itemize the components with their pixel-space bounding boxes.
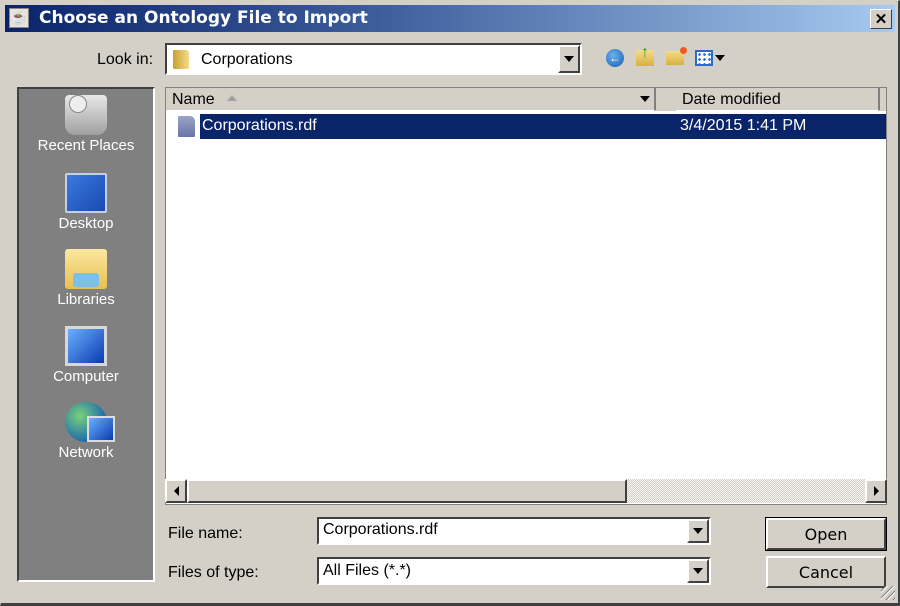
scrollbar-thumb[interactable] xyxy=(187,479,627,503)
title-bar[interactable]: ☕ Choose an Ontology File to Import ✕ xyxy=(5,5,895,32)
place-label: Computer xyxy=(53,368,119,385)
view-menu-button[interactable] xyxy=(695,50,725,66)
file-row[interactable]: Corporations.rdf 3/4/2015 1:41 PM xyxy=(200,114,886,139)
file-list[interactable]: Name Date modified Corporations.rdf 3/4/… xyxy=(165,87,887,505)
place-label: Network xyxy=(58,444,114,461)
up-one-level-button[interactable] xyxy=(635,44,655,68)
column-header-name[interactable]: Name xyxy=(166,88,656,111)
file-name-label: File name: xyxy=(168,525,243,542)
look-in-label: Look in: xyxy=(97,51,154,68)
place-network[interactable]: Network xyxy=(19,402,153,461)
dialog-title: Choose an Ontology File to Import xyxy=(39,8,368,28)
file-name-input[interactable] xyxy=(323,521,683,539)
file-name-field[interactable] xyxy=(317,517,711,545)
look-in-value: Corporations xyxy=(201,51,293,68)
folder-up-icon xyxy=(636,44,654,66)
place-desktop[interactable]: Desktop xyxy=(19,173,153,232)
scroll-right-button[interactable] xyxy=(865,479,887,503)
chevron-down-icon[interactable] xyxy=(687,559,709,583)
chevron-down-icon[interactable] xyxy=(640,96,650,102)
place-label: Desktop xyxy=(58,215,114,232)
back-arrow-icon: ← xyxy=(606,49,624,67)
close-icon: ✕ xyxy=(874,11,888,28)
file-list-header: Name Date modified xyxy=(166,88,886,111)
open-button[interactable]: Open xyxy=(765,517,887,551)
new-folder-icon xyxy=(666,47,687,65)
place-label: Libraries xyxy=(57,291,115,308)
recent-places-icon xyxy=(65,95,107,135)
navigation-toolbar: ← xyxy=(605,44,725,68)
place-libraries[interactable]: Libraries xyxy=(19,249,153,308)
computer-icon xyxy=(65,326,107,366)
place-computer[interactable]: Computer xyxy=(19,326,153,385)
look-in-dropdown[interactable]: Corporations xyxy=(165,43,582,75)
chevron-down-icon[interactable] xyxy=(687,519,709,543)
file-name: Corporations.rdf xyxy=(202,117,317,134)
places-bar: Recent Places Desktop Libraries Computer… xyxy=(17,87,155,582)
close-button[interactable]: ✕ xyxy=(870,9,892,29)
file-date-modified: 3/4/2015 1:41 PM xyxy=(680,117,807,134)
chevron-down-icon[interactable] xyxy=(558,45,580,73)
place-recent-places[interactable]: Recent Places xyxy=(19,95,153,154)
libraries-icon xyxy=(65,249,107,289)
column-header-date-modified[interactable]: Date modified xyxy=(676,88,880,111)
file-icon xyxy=(178,116,195,137)
column-header-label: Name xyxy=(172,91,215,108)
cancel-button[interactable]: Cancel xyxy=(766,556,886,588)
file-chooser-dialog: ☕ Choose an Ontology File to Import ✕ Lo… xyxy=(0,0,900,606)
view-menu-icon xyxy=(695,50,713,66)
sort-ascending-icon xyxy=(227,95,238,101)
network-icon xyxy=(65,402,115,442)
files-of-type-label: Files of type: xyxy=(168,564,259,581)
files-of-type-value: All Files (*.*) xyxy=(323,562,412,579)
column-header-label: Date modified xyxy=(682,91,781,108)
desktop-icon xyxy=(65,173,107,213)
back-button[interactable]: ← xyxy=(605,48,625,68)
place-label: Recent Places xyxy=(37,137,135,154)
java-icon: ☕ xyxy=(9,8,29,28)
horizontal-scrollbar[interactable] xyxy=(165,479,887,503)
files-of-type-dropdown[interactable]: All Files (*.*) xyxy=(317,557,711,585)
folder-icon xyxy=(173,50,189,69)
scroll-left-button[interactable] xyxy=(165,479,187,503)
chevron-down-icon xyxy=(715,55,725,61)
create-new-folder-button[interactable] xyxy=(665,47,687,68)
resize-grip[interactable] xyxy=(881,586,895,600)
